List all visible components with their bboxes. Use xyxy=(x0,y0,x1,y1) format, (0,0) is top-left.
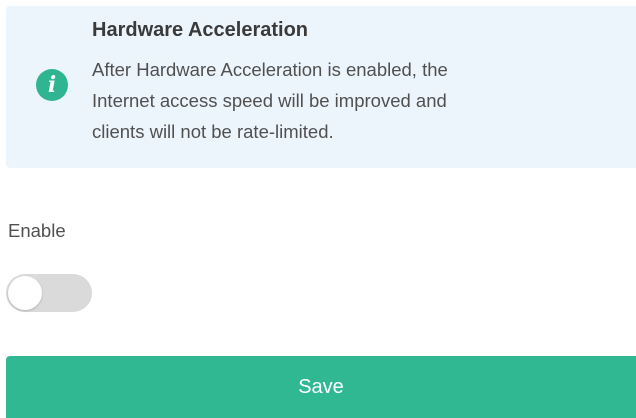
save-button[interactable]: Save xyxy=(6,356,636,418)
info-description-line: After Hardware Acceleration is enabled, … xyxy=(92,59,448,80)
info-title: Hardware Acceleration xyxy=(92,19,309,41)
enable-label: Enable xyxy=(8,220,66,241)
info-icon-glyph: i xyxy=(47,72,57,98)
info-icon: i xyxy=(36,69,68,101)
info-description-line: Internet access speed will be improved a… xyxy=(92,90,447,111)
hardware-acceleration-page: i Hardware Acceleration After Hardware A… xyxy=(0,0,636,418)
info-description: After Hardware Acceleration is enabled, … xyxy=(92,54,562,147)
enable-toggle[interactable] xyxy=(6,274,92,312)
info-description-line: clients will not be rate-limited. xyxy=(92,121,334,142)
toggle-knob xyxy=(8,276,42,310)
info-notice: i Hardware Acceleration After Hardware A… xyxy=(6,6,636,168)
